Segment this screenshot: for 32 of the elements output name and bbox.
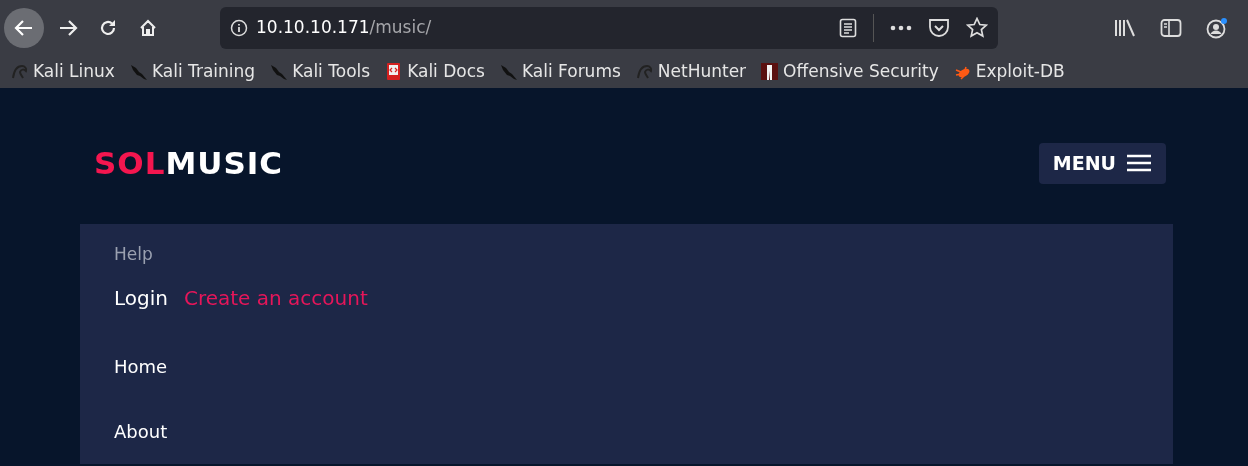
dragon-icon [10,62,29,81]
bookmark[interactable]: Kali Tools [269,58,371,85]
dragon-icon [634,62,654,81]
menu-button[interactable]: MENU [1038,143,1166,184]
bookmark[interactable]: Exploit-DB [952,58,1065,85]
nav-link[interactable]: Home [114,353,168,380]
blade-icon [269,62,289,81]
sidebar-icon[interactable] [1160,17,1182,38]
nav-link[interactable]: About [114,418,168,445]
account-icon[interactable] [1206,16,1228,39]
library-icon[interactable] [1114,17,1136,38]
bookmark[interactable]: Kali Linux [10,58,115,85]
home-icon [138,17,158,38]
login-link[interactable]: Login [114,283,168,313]
bookmark[interactable]: NetHunter [634,58,747,85]
bookmark[interactable]: Kali Docs [384,58,485,85]
info-icon [230,18,248,37]
help-link[interactable]: Help [114,243,153,264]
bookmark[interactable]: Kali Training [128,58,256,85]
bookmark[interactable]: Offensive Security [760,58,939,85]
figure-icon [760,62,780,81]
blade-icon [498,62,518,81]
more-icon[interactable] [890,24,912,31]
menu-icon [1126,154,1152,173]
star-icon[interactable] [966,17,988,38]
pocket-icon[interactable] [928,17,950,38]
blade-icon [128,62,148,81]
bookmark[interactable]: Kali Forums [498,58,621,85]
logo[interactable]: SOLMUSIC [94,140,284,187]
address-bar[interactable]: 10.10.10.171/music/ [220,6,998,49]
reader-view-icon[interactable] [839,17,857,38]
back-button[interactable] [4,7,44,48]
